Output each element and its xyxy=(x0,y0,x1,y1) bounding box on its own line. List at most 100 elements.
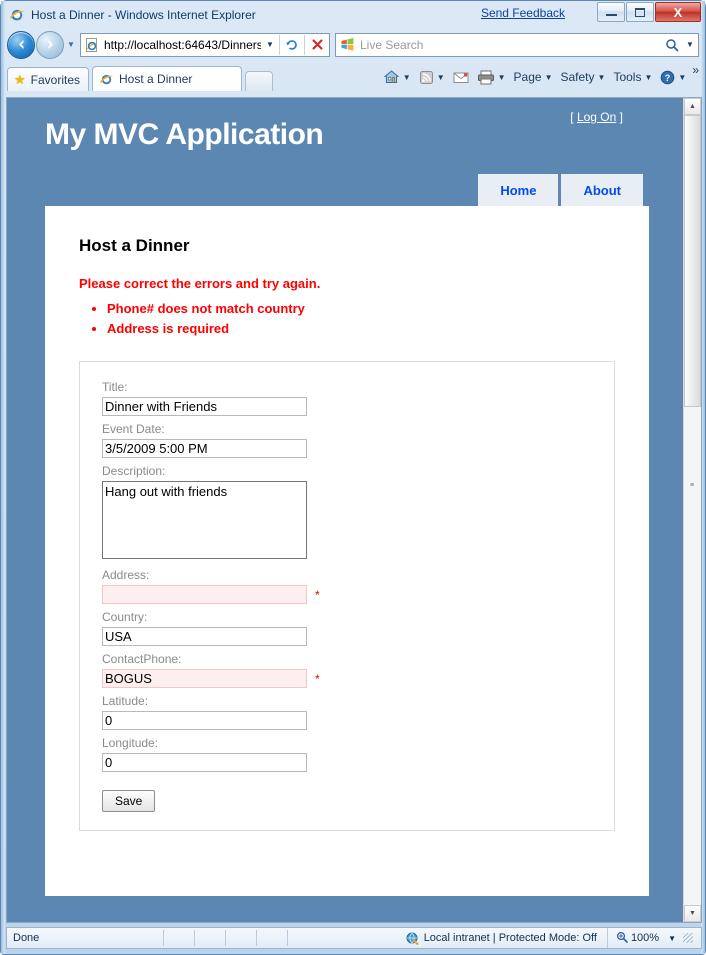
new-tab-button[interactable] xyxy=(245,71,274,91)
refresh-button[interactable] xyxy=(280,34,304,56)
tab-bar: ★ Favorites Host a Dinner ▼ ▼ ▼ Page ▼ S… xyxy=(1,61,705,91)
browser-tab-host-a-dinner[interactable]: Host a Dinner xyxy=(92,66,243,91)
zoom-level: 100% xyxy=(630,932,660,944)
label-contact-phone: ContactPhone: xyxy=(102,652,182,666)
input-title[interactable] xyxy=(102,397,307,416)
menu-item-home[interactable]: Home xyxy=(478,174,559,206)
logon-bracket-close: ] xyxy=(616,110,623,124)
globe-icon xyxy=(406,932,419,945)
field-description: Description: Hang out with friends xyxy=(102,464,598,562)
forward-button[interactable] xyxy=(36,30,64,59)
safety-menu-button[interactable]: Safety ▼ xyxy=(557,66,610,88)
scrollbar-thumb[interactable] xyxy=(684,115,701,407)
page-scrollbar[interactable]: ▲ ≡ ▼ xyxy=(683,98,701,922)
web-page: [ Log On ] My MVC Application Home About… xyxy=(7,98,683,922)
page-chevron-down-icon[interactable]: ▼ xyxy=(545,73,553,82)
zoom-control[interactable]: 100% ▼ xyxy=(606,928,701,948)
back-button[interactable] xyxy=(7,30,35,59)
status-cell xyxy=(257,928,287,948)
input-contact-phone[interactable] xyxy=(102,669,307,688)
address-bar[interactable]: http://localhost:64643/Dinners/Create ▼ xyxy=(80,32,330,57)
input-event-date[interactable] xyxy=(102,439,307,458)
recent-pages-chevron-down-icon[interactable]: ▼ xyxy=(64,32,78,58)
send-feedback-link[interactable]: Send Feedback xyxy=(481,6,565,20)
print-chevron-down-icon[interactable]: ▼ xyxy=(498,73,506,82)
search-provider-chevron-down-icon[interactable]: ▼ xyxy=(682,40,698,49)
scroll-down-button[interactable]: ▼ xyxy=(684,905,701,922)
status-divider xyxy=(287,930,288,946)
scroll-up-button[interactable]: ▲ xyxy=(684,98,701,115)
logon-link[interactable]: Log On xyxy=(577,110,616,124)
search-icon[interactable] xyxy=(662,38,682,52)
validation-error-item: Phone# does not match country xyxy=(107,299,615,319)
close-button[interactable]: X xyxy=(655,2,701,22)
command-overflow-button[interactable]: » xyxy=(690,63,701,77)
favorites-button[interactable]: ★ Favorites xyxy=(7,67,90,91)
feeds-button[interactable]: ▼ xyxy=(415,66,449,88)
field-event-date: Event Date: xyxy=(102,422,598,458)
security-zone[interactable]: Local intranet | Protected Mode: Off xyxy=(406,932,607,945)
window-edge-left xyxy=(1,1,5,954)
label-country: Country: xyxy=(102,610,148,624)
label-longitude: Longitude: xyxy=(102,736,159,750)
address-dropdown-chevron-down-icon[interactable]: ▼ xyxy=(261,34,279,56)
feeds-chevron-down-icon[interactable]: ▼ xyxy=(437,73,445,82)
search-input[interactable]: Live Search xyxy=(360,38,662,52)
print-button[interactable]: ▼ xyxy=(473,66,510,88)
security-zone-label: Local intranet | Protected Mode: Off xyxy=(423,932,597,944)
field-longitude: Longitude: xyxy=(102,736,598,772)
help-chevron-down-icon[interactable]: ▼ xyxy=(678,73,686,82)
star-icon: ★ xyxy=(14,71,26,87)
favorites-label: Favorites xyxy=(30,72,81,87)
label-description: Description: xyxy=(102,464,166,478)
tools-chevron-down-icon[interactable]: ▼ xyxy=(644,73,652,82)
menu-item-about[interactable]: About xyxy=(561,174,643,206)
command-bar: ▼ ▼ ▼ Page ▼ Safety ▼ Tools ▼ ? ▼ » xyxy=(379,63,705,91)
field-latitude: Latitude: xyxy=(102,694,598,730)
tab-favicon-icon xyxy=(99,72,114,87)
tools-menu-button[interactable]: Tools ▼ xyxy=(609,66,656,88)
address-input[interactable]: http://localhost:64643/Dinners/Create xyxy=(104,38,261,52)
field-title: Title: xyxy=(102,380,598,416)
search-box[interactable]: Live Search ▼ xyxy=(335,32,699,57)
input-country[interactable] xyxy=(102,627,307,646)
logon-status: [ Log On ] xyxy=(570,110,623,124)
read-mail-button[interactable] xyxy=(449,66,473,88)
tab-title: Host a Dinner xyxy=(119,72,193,86)
field-country: Country: xyxy=(102,610,598,646)
zoom-icon xyxy=(616,931,628,946)
contact-phone-row: * xyxy=(102,669,598,688)
input-address[interactable] xyxy=(102,585,307,604)
svg-text:?: ? xyxy=(665,73,671,83)
input-description[interactable]: Hang out with friends xyxy=(102,481,307,559)
status-cell xyxy=(164,928,194,948)
page-menu-button[interactable]: Page ▼ xyxy=(510,66,557,88)
page-viewport: [ Log On ] My MVC Application Home About… xyxy=(6,97,702,923)
field-contact-phone: ContactPhone: * xyxy=(102,652,598,688)
resize-grip[interactable] xyxy=(683,933,693,943)
home-chevron-down-icon[interactable]: ▼ xyxy=(403,73,411,82)
site-title: My MVC Application xyxy=(45,118,324,151)
stop-button[interactable] xyxy=(305,34,329,56)
label-latitude: Latitude: xyxy=(102,694,149,708)
status-cell xyxy=(195,928,225,948)
zoom-chevron-down-icon[interactable]: ▼ xyxy=(668,934,676,943)
internet-explorer-icon xyxy=(9,7,25,23)
main-content: Host a Dinner Please correct the errors … xyxy=(45,206,649,896)
title-bar: Host a Dinner - Windows Internet Explore… xyxy=(1,1,705,28)
minimize-button[interactable] xyxy=(597,2,625,22)
status-text: Done xyxy=(13,932,40,944)
help-button[interactable]: ? ▼ xyxy=(656,66,690,88)
input-latitude[interactable] xyxy=(102,711,307,730)
scrollbar-track[interactable]: ≡ xyxy=(684,115,701,905)
save-button[interactable]: Save xyxy=(102,790,156,812)
home-button[interactable]: ▼ xyxy=(379,66,415,88)
maximize-button[interactable] xyxy=(626,2,654,22)
input-longitude[interactable] xyxy=(102,753,307,772)
field-address: Address: * xyxy=(102,568,598,604)
window-controls: X xyxy=(597,2,701,22)
windows-logo-icon xyxy=(340,37,355,52)
safety-chevron-down-icon[interactable]: ▼ xyxy=(598,73,606,82)
validation-error-list: Phone# does not match country Address is… xyxy=(79,299,615,339)
label-title: Title: xyxy=(102,380,128,394)
